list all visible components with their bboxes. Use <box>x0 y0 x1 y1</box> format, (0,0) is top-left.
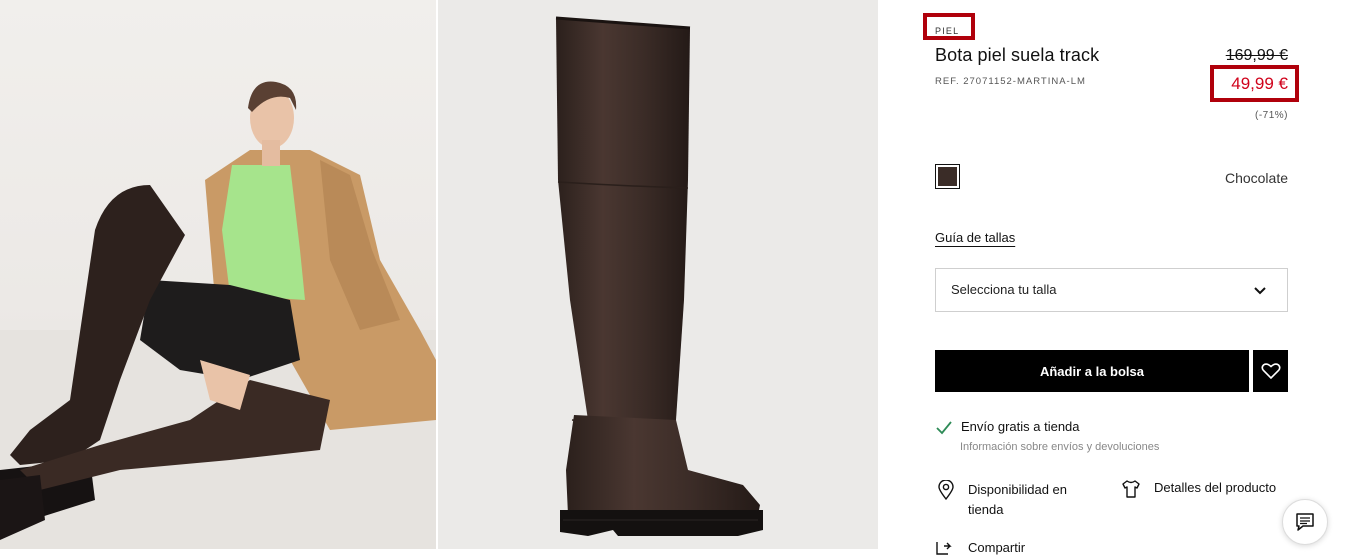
material-tag: PIEL <box>935 26 960 36</box>
chat-button[interactable] <box>1282 499 1328 545</box>
chat-icon <box>1296 513 1314 531</box>
color-swatch-chocolate[interactable] <box>935 164 960 189</box>
discount-percentage: (-71%) <box>1254 110 1288 121</box>
wishlist-button[interactable] <box>1253 350 1288 392</box>
swatch-fill <box>938 167 957 186</box>
product-details-link[interactable]: Detalles del producto <box>1154 480 1276 495</box>
free-shipping-text: Envío gratis a tienda <box>961 419 1080 434</box>
location-pin-icon <box>938 480 954 500</box>
model-photo[interactable] <box>0 0 436 549</box>
product-reference: REF. 27071152-MARTINA-LM <box>935 76 1086 87</box>
boot-illustration <box>555 16 763 536</box>
share-icon <box>936 542 952 555</box>
shipping-info-link[interactable]: Información sobre envíos y devoluciones <box>960 441 1159 453</box>
selected-color-name: Chocolate <box>1224 170 1288 186</box>
product-info-panel: PIEL Bota piel suela track REF. 27071152… <box>879 0 1347 555</box>
tshirt-icon <box>1122 480 1140 498</box>
product-title: Bota piel suela track <box>935 45 1100 65</box>
size-select-placeholder: Selecciona tu talla <box>951 282 1057 297</box>
product-photo[interactable] <box>438 0 878 549</box>
chevron-down-icon <box>1254 287 1266 295</box>
share-link[interactable]: Compartir <box>968 540 1025 555</box>
size-guide-link[interactable]: Guía de tallas <box>935 230 1015 245</box>
add-to-bag-button[interactable]: Añadir a la bolsa <box>935 350 1249 392</box>
model-illustration <box>0 81 436 549</box>
size-select[interactable]: Selecciona tu talla <box>935 268 1288 312</box>
heart-icon <box>1260 363 1281 380</box>
store-availability-link[interactable]: Disponibilidad en tienda <box>968 480 1088 520</box>
check-icon <box>936 421 952 435</box>
sale-price: 49,99 € <box>1231 74 1288 93</box>
original-price: 169,99 € <box>1225 47 1288 64</box>
